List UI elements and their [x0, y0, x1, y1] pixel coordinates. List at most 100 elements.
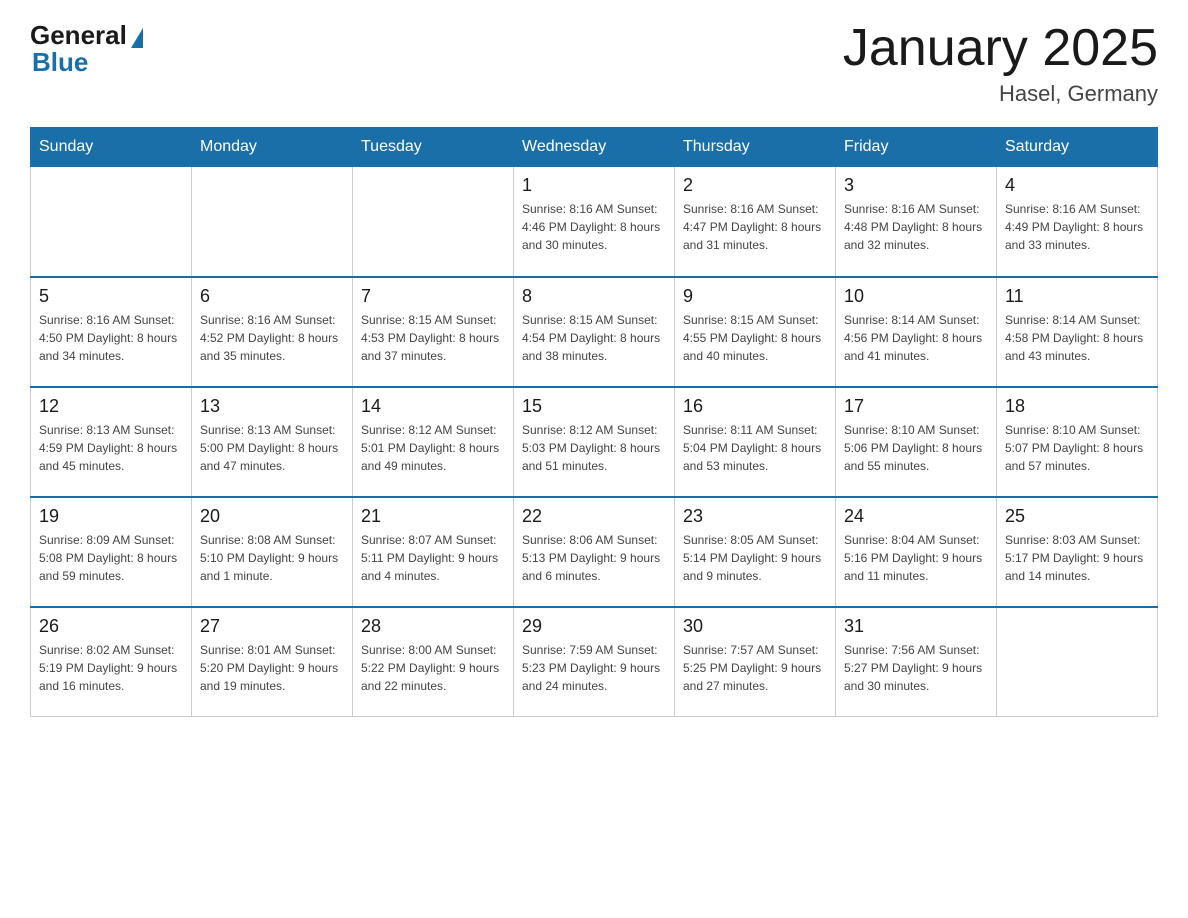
calendar-header-row: SundayMondayTuesdayWednesdayThursdayFrid…	[31, 128, 1158, 167]
calendar-cell: 26Sunrise: 8:02 AM Sunset: 5:19 PM Dayli…	[31, 607, 192, 717]
day-info: Sunrise: 8:15 AM Sunset: 4:53 PM Dayligh…	[361, 311, 505, 365]
day-number: 29	[522, 616, 666, 637]
calendar-cell: 5 Sunrise: 8:16 AM Sunset: 4:50 PM Daylig…	[31, 277, 192, 387]
day-info: Sunrise: 7:59 AM Sunset: 5:23 PM Dayligh…	[522, 641, 666, 695]
logo: General Blue	[30, 20, 143, 78]
calendar-week-row: 26Sunrise: 8:02 AM Sunset: 5:19 PM Dayli…	[31, 607, 1158, 717]
day-info: Sunrise: 8:00 AM Sunset: 5:22 PM Dayligh…	[361, 641, 505, 695]
day-info: Sunrise: 7:56 AM Sunset: 5:27 PM Dayligh…	[844, 641, 988, 695]
day-number: 3	[844, 175, 988, 196]
calendar-cell: 9Sunrise: 8:15 AM Sunset: 4:55 PM Daylig…	[675, 277, 836, 387]
calendar-cell: 19 Sunrise: 8:09 AM Sunset: 5:08 PM Dayli…	[31, 497, 192, 607]
calendar-cell: 16Sunrise: 8:11 AM Sunset: 5:04 PM Dayli…	[675, 387, 836, 497]
calendar-cell: 6 Sunrise: 8:16 AM Sunset: 4:52 PM Daylig…	[192, 277, 353, 387]
calendar-header-wednesday: Wednesday	[514, 128, 675, 167]
day-info: Sunrise: 8:10 AM Sunset: 5:06 PM Dayligh…	[844, 421, 988, 475]
calendar-week-row: 5 Sunrise: 8:16 AM Sunset: 4:50 PM Daylig…	[31, 277, 1158, 387]
day-number: 10	[844, 286, 988, 307]
calendar-cell: 15Sunrise: 8:12 AM Sunset: 5:03 PM Dayli…	[514, 387, 675, 497]
calendar-cell: 11 Sunrise: 8:14 AM Sunset: 4:58 PM Dayli…	[997, 277, 1158, 387]
calendar-cell: 31 Sunrise: 7:56 AM Sunset: 5:27 PM Dayli…	[836, 607, 997, 717]
calendar-week-row: 12 Sunrise: 8:13 AM Sunset: 4:59 PM Dayli…	[31, 387, 1158, 497]
calendar-cell: 28 Sunrise: 8:00 AM Sunset: 5:22 PM Dayli…	[353, 607, 514, 717]
day-info: Sunrise: 8:13 AM Sunset: 5:00 PM Dayligh…	[200, 421, 344, 475]
calendar-cell	[31, 167, 192, 277]
calendar-week-row: 19 Sunrise: 8:09 AM Sunset: 5:08 PM Dayli…	[31, 497, 1158, 607]
calendar-cell: 20 Sunrise: 8:08 AM Sunset: 5:10 PM Dayli…	[192, 497, 353, 607]
day-number: 31	[844, 616, 988, 637]
calendar-cell: 24 Sunrise: 8:04 AM Sunset: 5:16 PM Dayli…	[836, 497, 997, 607]
page-header: General Blue January 2025 Hasel, Germany	[30, 20, 1158, 107]
calendar-cell: 30 Sunrise: 7:57 AM Sunset: 5:25 PM Dayli…	[675, 607, 836, 717]
day-number: 24	[844, 506, 988, 527]
calendar-cell: 18 Sunrise: 8:10 AM Sunset: 5:07 PM Dayli…	[997, 387, 1158, 497]
day-info: Sunrise: 8:16 AM Sunset: 4:50 PM Dayligh…	[39, 311, 183, 365]
calendar-week-row: 1 Sunrise: 8:16 AM Sunset: 4:46 PM Daylig…	[31, 167, 1158, 277]
day-info: Sunrise: 8:16 AM Sunset: 4:46 PM Dayligh…	[522, 200, 666, 254]
day-info: Sunrise: 8:15 AM Sunset: 4:54 PM Dayligh…	[522, 311, 666, 365]
day-info: Sunrise: 8:02 AM Sunset: 5:19 PM Dayligh…	[39, 641, 183, 695]
calendar-header-thursday: Thursday	[675, 128, 836, 167]
day-number: 20	[200, 506, 344, 527]
day-info: Sunrise: 8:16 AM Sunset: 4:49 PM Dayligh…	[1005, 200, 1149, 254]
day-number: 23	[683, 506, 827, 527]
calendar-cell	[997, 607, 1158, 717]
calendar-table: SundayMondayTuesdayWednesdayThursdayFrid…	[30, 127, 1158, 717]
calendar-cell: 1 Sunrise: 8:16 AM Sunset: 4:46 PM Daylig…	[514, 167, 675, 277]
day-number: 21	[361, 506, 505, 527]
calendar-header-friday: Friday	[836, 128, 997, 167]
calendar-cell: 3 Sunrise: 8:16 AM Sunset: 4:48 PM Daylig…	[836, 167, 997, 277]
day-info: Sunrise: 8:05 AM Sunset: 5:14 PM Dayligh…	[683, 531, 827, 585]
calendar-cell: 12 Sunrise: 8:13 AM Sunset: 4:59 PM Dayli…	[31, 387, 192, 497]
day-number: 13	[200, 396, 344, 417]
day-number: 7	[361, 286, 505, 307]
day-number: 22	[522, 506, 666, 527]
day-info: Sunrise: 8:10 AM Sunset: 5:07 PM Dayligh…	[1005, 421, 1149, 475]
calendar-header-sunday: Sunday	[31, 128, 192, 167]
calendar-cell: 27Sunrise: 8:01 AM Sunset: 5:20 PM Dayli…	[192, 607, 353, 717]
calendar-cell: 13 Sunrise: 8:13 AM Sunset: 5:00 PM Dayli…	[192, 387, 353, 497]
day-number: 5	[39, 286, 183, 307]
calendar-cell: 2Sunrise: 8:16 AM Sunset: 4:47 PM Daylig…	[675, 167, 836, 277]
day-number: 18	[1005, 396, 1149, 417]
day-number: 8	[522, 286, 666, 307]
day-number: 12	[39, 396, 183, 417]
day-number: 16	[683, 396, 827, 417]
day-info: Sunrise: 8:03 AM Sunset: 5:17 PM Dayligh…	[1005, 531, 1149, 585]
calendar-cell: 7 Sunrise: 8:15 AM Sunset: 4:53 PM Daylig…	[353, 277, 514, 387]
day-number: 11	[1005, 286, 1149, 307]
calendar-cell: 29 Sunrise: 7:59 AM Sunset: 5:23 PM Dayli…	[514, 607, 675, 717]
day-info: Sunrise: 7:57 AM Sunset: 5:25 PM Dayligh…	[683, 641, 827, 695]
calendar-cell: 17 Sunrise: 8:10 AM Sunset: 5:06 PM Dayli…	[836, 387, 997, 497]
day-number: 17	[844, 396, 988, 417]
calendar-header-tuesday: Tuesday	[353, 128, 514, 167]
day-info: Sunrise: 8:16 AM Sunset: 4:52 PM Dayligh…	[200, 311, 344, 365]
day-number: 25	[1005, 506, 1149, 527]
month-title: January 2025	[843, 20, 1158, 77]
calendar-cell: 21 Sunrise: 8:07 AM Sunset: 5:11 PM Dayli…	[353, 497, 514, 607]
day-number: 28	[361, 616, 505, 637]
day-number: 1	[522, 175, 666, 196]
calendar-cell: 23 Sunrise: 8:05 AM Sunset: 5:14 PM Dayli…	[675, 497, 836, 607]
day-info: Sunrise: 8:06 AM Sunset: 5:13 PM Dayligh…	[522, 531, 666, 585]
day-number: 19	[39, 506, 183, 527]
calendar-cell	[353, 167, 514, 277]
day-info: Sunrise: 8:09 AM Sunset: 5:08 PM Dayligh…	[39, 531, 183, 585]
logo-triangle-icon	[131, 28, 143, 48]
day-info: Sunrise: 8:08 AM Sunset: 5:10 PM Dayligh…	[200, 531, 344, 585]
day-info: Sunrise: 8:14 AM Sunset: 4:56 PM Dayligh…	[844, 311, 988, 365]
day-info: Sunrise: 8:07 AM Sunset: 5:11 PM Dayligh…	[361, 531, 505, 585]
day-number: 27	[200, 616, 344, 637]
calendar-header-monday: Monday	[192, 128, 353, 167]
calendar-cell: 10 Sunrise: 8:14 AM Sunset: 4:56 PM Dayli…	[836, 277, 997, 387]
location: Hasel, Germany	[843, 81, 1158, 107]
day-number: 6	[200, 286, 344, 307]
day-info: Sunrise: 8:13 AM Sunset: 4:59 PM Dayligh…	[39, 421, 183, 475]
calendar-cell	[192, 167, 353, 277]
day-number: 4	[1005, 175, 1149, 196]
day-info: Sunrise: 8:04 AM Sunset: 5:16 PM Dayligh…	[844, 531, 988, 585]
day-number: 15	[522, 396, 666, 417]
day-info: Sunrise: 8:14 AM Sunset: 4:58 PM Dayligh…	[1005, 311, 1149, 365]
day-info: Sunrise: 8:16 AM Sunset: 4:48 PM Dayligh…	[844, 200, 988, 254]
day-number: 30	[683, 616, 827, 637]
